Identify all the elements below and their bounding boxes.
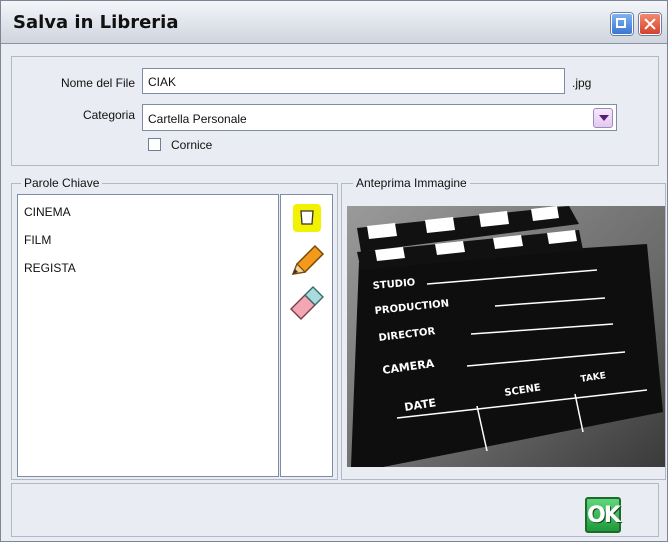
window-title: Salva in Libreria — [13, 12, 179, 33]
list-item[interactable]: CINEMA — [24, 205, 71, 219]
frame-label: Cornice — [171, 138, 213, 152]
chevron-down-icon[interactable] — [593, 108, 613, 128]
frame-checkbox[interactable] — [148, 138, 161, 151]
list-item[interactable]: REGISTA — [24, 261, 76, 275]
preview-legend: Anteprima Immagine — [353, 176, 470, 190]
close-button[interactable] — [639, 13, 661, 35]
keyword-tools — [280, 194, 333, 477]
preview-image: STUDIO PRODUCTION DIRECTOR CAMERA DATE S… — [347, 206, 665, 467]
list-item[interactable]: FILM — [24, 233, 51, 247]
actions-panel — [11, 483, 659, 537]
save-to-library-dialog: Salva in Libreria Nome del File CIAK .jp… — [0, 0, 668, 542]
file-extension: .jpg — [572, 76, 592, 90]
category-label: Categoria — [82, 108, 135, 122]
new-note-icon[interactable] — [293, 204, 321, 232]
eraser-icon[interactable] — [287, 283, 329, 325]
ok-button[interactable]: OK — [585, 497, 621, 533]
ok-label: OK — [587, 503, 621, 528]
keywords-list[interactable]: CINEMA FILM REGISTA — [17, 194, 279, 477]
filename-input[interactable]: CIAK — [142, 68, 565, 94]
title-bar[interactable]: Salva in Libreria — [1, 1, 667, 44]
pencil-icon[interactable] — [289, 240, 329, 280]
filename-label: Nome del File — [60, 76, 135, 90]
maximize-button[interactable] — [611, 13, 633, 35]
keywords-legend: Parole Chiave — [21, 176, 103, 190]
category-select[interactable]: Cartella Personale — [142, 104, 617, 131]
